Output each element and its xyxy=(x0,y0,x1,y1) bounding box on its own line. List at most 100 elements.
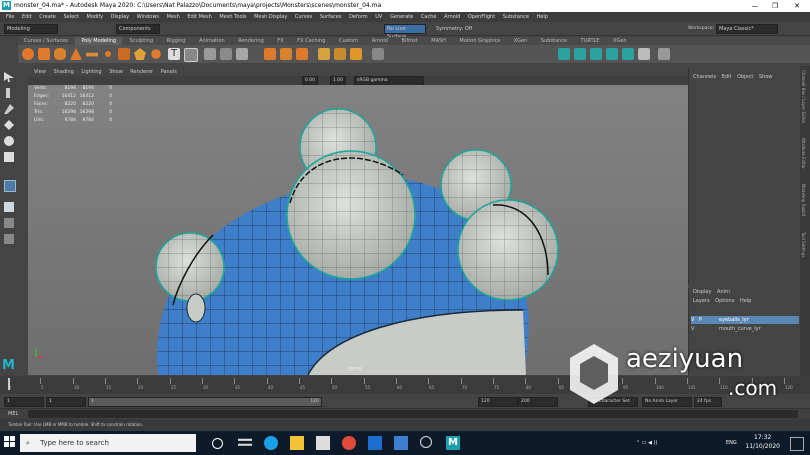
uv-layout-icon[interactable] xyxy=(606,48,618,60)
menu-mesh[interactable]: Mesh xyxy=(167,12,180,22)
taskbar-search[interactable]: ⌕ Type here to search xyxy=(20,434,196,452)
rotate-tool-icon[interactable] xyxy=(4,136,14,146)
taskbar-clock[interactable]: 17:32 11/10/2020 xyxy=(745,433,780,451)
panel-menu-show[interactable]: Show xyxy=(109,68,123,76)
shelf-tab-rendering[interactable]: Rendering xyxy=(232,37,270,45)
menu-curves[interactable]: Curves xyxy=(295,12,312,22)
menu-help[interactable]: Help xyxy=(536,12,547,22)
obs-icon[interactable] xyxy=(420,436,432,448)
bevel-icon[interactable] xyxy=(296,48,308,60)
side-tab-modeling-toolkit[interactable]: Modeling Toolkit xyxy=(801,184,806,216)
calculator-icon[interactable] xyxy=(394,436,408,450)
menu-mesh-tools[interactable]: Mesh Tools xyxy=(219,12,246,22)
last-tool-icon[interactable] xyxy=(4,180,16,192)
panel-menu-renderer[interactable]: Renderer xyxy=(130,68,153,76)
menu-display[interactable]: Display xyxy=(111,12,129,22)
maximize-button[interactable]: ❐ xyxy=(764,0,786,12)
uv-cut-icon[interactable] xyxy=(558,48,570,60)
menu-edit[interactable]: Edit xyxy=(22,12,32,22)
panel-menu-view[interactable]: View xyxy=(34,68,46,76)
file-explorer-icon[interactable] xyxy=(290,436,304,450)
persp-outliner-icon[interactable] xyxy=(4,234,14,244)
layer-row-eyeballs[interactable]: V Peyeballs_lyr xyxy=(691,316,799,324)
shelf-extra-icon[interactable] xyxy=(658,48,670,60)
uv-unfold-icon[interactable] xyxy=(590,48,602,60)
connect-icon[interactable] xyxy=(350,48,362,60)
select-tool-icon[interactable] xyxy=(4,72,14,82)
maya-taskbar-icon[interactable]: M xyxy=(446,436,460,450)
shelf-tab-curves-surfaces[interactable]: Curves / Surfaces xyxy=(18,37,74,45)
panel-menu-lighting[interactable]: Lighting xyxy=(81,68,101,76)
menu-create[interactable]: Create xyxy=(39,12,56,22)
poly-cone-icon[interactable] xyxy=(70,48,82,60)
shelf-tab-fx-caching[interactable]: FX Caching xyxy=(291,37,331,45)
shelf-tab-animation[interactable]: Animation xyxy=(193,37,231,45)
menu-file[interactable]: File xyxy=(6,12,14,22)
perspective-viewport[interactable]: Verts: 8194 8194 0 Edges: 16412 16412 0 Faces:… xyxy=(28,85,688,375)
shelf-tab-xgen[interactable]: XGen xyxy=(508,37,534,45)
store-icon[interactable] xyxy=(316,436,330,450)
layer-row-mouth-curve[interactable]: Vmouth_curve_lyr xyxy=(691,325,799,333)
eyeball-center[interactable] xyxy=(286,150,416,280)
menu-cache[interactable]: Cache xyxy=(421,12,437,22)
extrude-icon[interactable] xyxy=(264,48,276,60)
multicut-icon[interactable] xyxy=(318,48,330,60)
menu-mesh-display[interactable]: Mesh Display xyxy=(254,12,287,22)
monster-mesh[interactable]: persp xyxy=(28,85,688,375)
notification-icon[interactable] xyxy=(790,437,804,451)
language-indicator[interactable]: ENG xyxy=(726,440,737,446)
shelf-tab-fx[interactable]: FX xyxy=(271,37,289,45)
menu-edit-mesh[interactable]: Edit Mesh xyxy=(187,12,211,22)
poly-sphere-icon[interactable] xyxy=(22,48,34,60)
shelf-tab-substance[interactable]: Substance xyxy=(535,37,573,45)
windows-start-icon[interactable] xyxy=(4,436,18,450)
range-slider[interactable]: 1 120 xyxy=(88,397,322,407)
layer-menu-options[interactable]: Options xyxy=(715,297,734,306)
menu-generate[interactable]: Generate xyxy=(390,12,413,22)
separate-icon[interactable] xyxy=(220,48,232,60)
cortana-icon[interactable] xyxy=(212,438,223,449)
menu-uv[interactable]: UV xyxy=(375,12,382,22)
single-perspective-icon[interactable] xyxy=(4,202,14,212)
paint-select-icon[interactable] xyxy=(4,104,14,114)
shelf-tab-arnold[interactable]: Arnold xyxy=(366,37,394,45)
soccer-ball-icon[interactable] xyxy=(151,49,161,59)
menu-modify[interactable]: Modify xyxy=(87,12,104,22)
scale-tool-icon[interactable] xyxy=(4,152,14,162)
edge-browser-icon[interactable] xyxy=(264,436,278,450)
uv-automatic-icon[interactable] xyxy=(638,48,650,60)
poly-torus-icon[interactable] xyxy=(102,48,114,60)
workspace-dropdown[interactable]: Maya Classic* xyxy=(716,24,778,34)
svg-icon[interactable] xyxy=(184,48,198,62)
menu-substance[interactable]: Substance xyxy=(503,12,529,22)
uv-editor-icon[interactable] xyxy=(372,48,384,60)
shelf-tab-rigging[interactable]: Rigging xyxy=(161,37,192,45)
shelf-tab-mash[interactable]: MASH xyxy=(425,37,452,45)
command-input[interactable] xyxy=(28,410,798,418)
layer-menu-help[interactable]: Help xyxy=(740,297,751,306)
start-frame-field[interactable]: 1 xyxy=(4,397,44,407)
target-weld-icon[interactable] xyxy=(334,48,346,60)
shelf-tab-turtle[interactable]: TURTLE xyxy=(575,37,606,45)
selection-mode-dropdown[interactable]: Components xyxy=(116,24,160,34)
lasso-tool-icon[interactable] xyxy=(6,88,10,98)
smooth-icon[interactable] xyxy=(236,48,248,60)
menu-surfaces[interactable]: Surfaces xyxy=(320,12,342,22)
shelf-tab-bifrost[interactable]: Bifrost xyxy=(396,37,424,45)
poly-cylinder-icon[interactable] xyxy=(54,48,66,60)
uv-sew-icon[interactable] xyxy=(574,48,586,60)
menu-openflight[interactable]: OpenFlight xyxy=(468,12,495,22)
current-frame-marker[interactable] xyxy=(8,378,10,390)
panel-menu-shading[interactable]: Shading xyxy=(53,68,73,76)
live-surface-field[interactable]: No Live Surface xyxy=(384,24,426,40)
poly-plane-icon[interactable] xyxy=(86,52,98,57)
eyeball-right-front[interactable] xyxy=(457,199,559,301)
poly-cube-icon[interactable] xyxy=(38,48,50,60)
uv-planar-icon[interactable] xyxy=(622,48,634,60)
side-tab-attribute-editor[interactable]: Attribute Editor xyxy=(801,138,806,169)
menu-set-dropdown[interactable]: Modeling xyxy=(4,24,58,34)
channel-box-tab-edit[interactable]: Edit xyxy=(722,68,732,86)
tray-icons[interactable]: ⌃ ▭ ◀ )) xyxy=(636,440,657,446)
menu-select[interactable]: Select xyxy=(63,12,78,22)
layer-tab-anim[interactable]: Anim xyxy=(717,288,730,297)
